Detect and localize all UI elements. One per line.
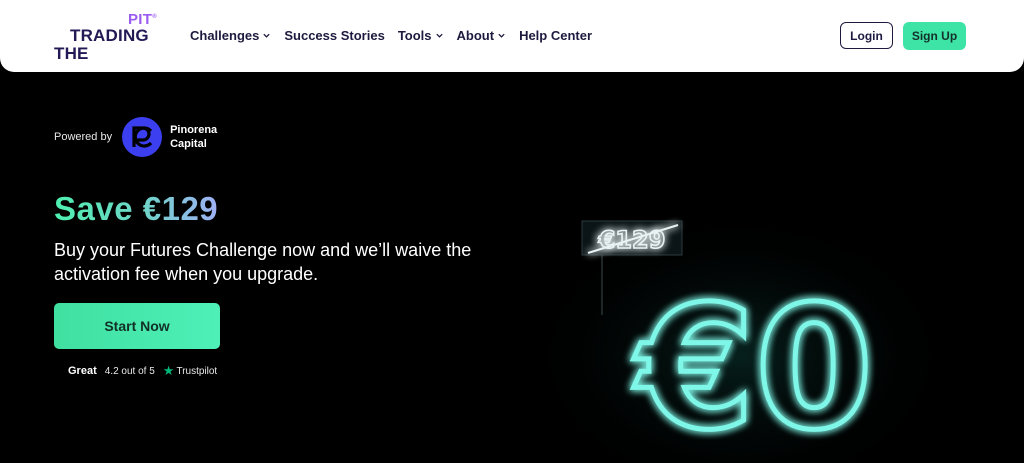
chevron-down-icon xyxy=(498,33,505,38)
nav-challenges[interactable]: Challenges xyxy=(190,28,271,43)
chevron-down-icon xyxy=(263,33,271,38)
trustpilot-label: Trustpilot xyxy=(176,365,218,377)
hero-subtext: Buy your Futures Challenge now and we’ll… xyxy=(54,240,472,284)
rating-label: Great xyxy=(68,365,97,377)
partner-name-line2: Capital xyxy=(170,138,207,150)
partner-name-line1: Pinorena xyxy=(170,124,218,136)
powered-by-block: Powered by Pinorena Capital xyxy=(54,116,240,158)
nav-success-stories[interactable]: Success Stories xyxy=(284,28,384,43)
new-price-neon: €0 xyxy=(633,270,874,463)
nav-tools[interactable]: Tools xyxy=(398,28,444,43)
nav-tools-label: Tools xyxy=(397,28,432,43)
trustpilot-star-icon: ★ xyxy=(162,363,175,378)
nav-success-stories-label: Success Stories xyxy=(284,28,385,43)
nav-help-center[interactable]: Help Center xyxy=(519,28,592,43)
nav-about-label: About xyxy=(456,28,495,43)
login-button[interactable]: Login xyxy=(840,22,893,49)
partner-name: Pinorena Capital xyxy=(170,123,240,151)
logo-the-text: THE xyxy=(54,44,89,63)
trustpilot-rating[interactable]: Great 4.2 out of 5 ★ Trustpilot xyxy=(68,363,217,379)
powered-by-label: Powered by xyxy=(54,131,113,143)
start-now-button[interactable]: Start Now xyxy=(54,303,220,349)
trustpilot-brand: ★ Trustpilot xyxy=(163,363,217,379)
logo-trading-text: TRADING xyxy=(70,26,149,45)
nav-about[interactable]: About xyxy=(457,28,507,43)
pinorena-capital-logo-icon xyxy=(122,117,163,157)
site-header: PIT® TRADING THE Challenges Success Stor… xyxy=(0,0,1024,72)
nav-challenges-label: Challenges xyxy=(190,28,260,43)
nav-help-center-label: Help Center xyxy=(519,28,593,43)
neon-price-illustration: €129 €0 xyxy=(540,195,940,463)
the-trading-pit-logo[interactable]: PIT® TRADING THE xyxy=(54,11,174,63)
rating-score: 4.2 out of 5 xyxy=(104,365,155,377)
hero-headline: Save €129 xyxy=(54,190,219,227)
sign-up-button[interactable]: Sign Up xyxy=(903,22,966,50)
chevron-down-icon xyxy=(435,33,443,38)
main-nav: Challenges Success Stories Tools About H… xyxy=(190,28,592,43)
